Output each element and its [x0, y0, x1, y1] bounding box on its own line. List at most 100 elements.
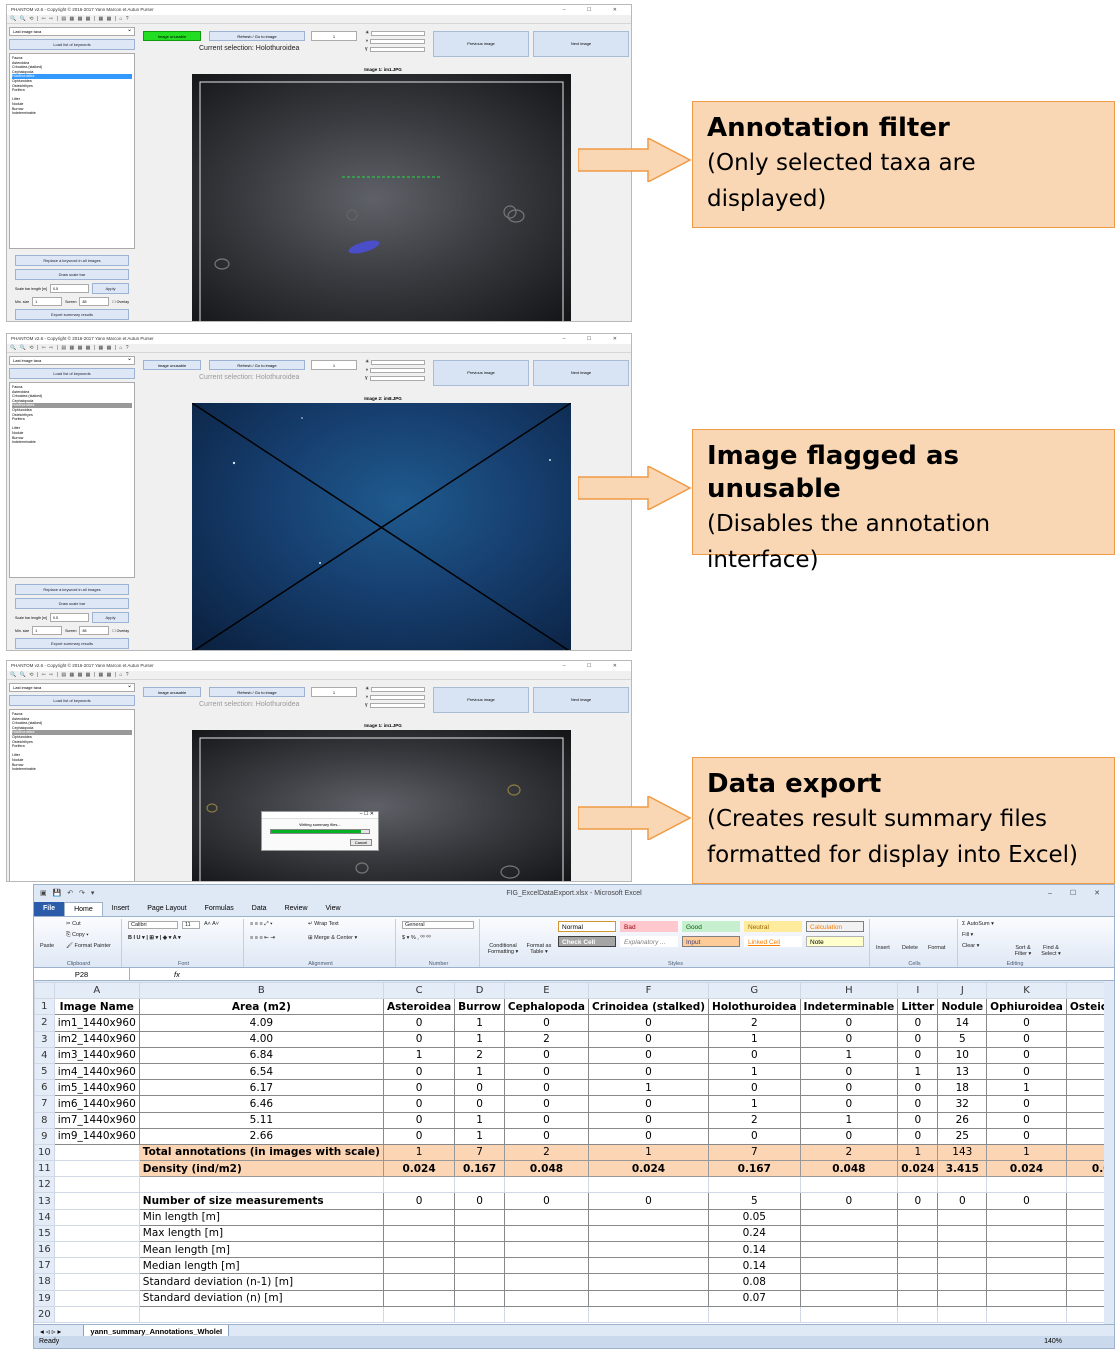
- size-cell[interactable]: 0: [799, 1192, 899, 1210]
- screen-input[interactable]: 85: [79, 297, 110, 306]
- cell[interactable]: 0: [587, 1111, 710, 1129]
- size-label[interactable]: Standard deviation (n) [m]: [138, 1289, 384, 1307]
- format-as-table-button[interactable]: Format as Table ▾: [524, 943, 554, 955]
- min-size-input[interactable]: 1: [32, 297, 63, 306]
- next-image-button[interactable]: Next image: [533, 31, 629, 57]
- contrast-slider[interactable]: [370, 38, 425, 44]
- column-header[interactable]: B: [138, 982, 384, 1000]
- find-select-button[interactable]: Find & Select ▾: [1038, 945, 1064, 957]
- refresh-button[interactable]: Refresh / Go to image: [209, 687, 305, 697]
- cell[interactable]: im6_1440x960: [53, 1095, 140, 1113]
- cell[interactable]: 0: [454, 1079, 505, 1097]
- cell[interactable]: 0: [1065, 1046, 1104, 1064]
- column-header[interactable]: K: [986, 982, 1067, 1000]
- size-cell[interactable]: [503, 1208, 589, 1226]
- cell[interactable]: [587, 1305, 710, 1323]
- size-cell[interactable]: [937, 1240, 988, 1259]
- cell[interactable]: 0: [799, 1030, 899, 1048]
- cell[interactable]: 0: [1065, 1095, 1104, 1113]
- size-cell[interactable]: [454, 1257, 505, 1275]
- size-cell[interactable]: [1065, 1257, 1104, 1275]
- cell[interactable]: 0: [708, 1046, 801, 1064]
- min-size-input[interactable]: 1: [32, 626, 63, 635]
- font-name-select[interactable]: Calibri: [128, 921, 178, 929]
- image-unusable-button[interactable]: Image unusable: [143, 360, 201, 370]
- style-neutral[interactable]: Neutral: [744, 921, 802, 932]
- density-label[interactable]: Density (ind/m2): [138, 1160, 384, 1178]
- column-header[interactable]: F: [587, 982, 710, 1000]
- spreadsheet-grid[interactable]: A B C D E F G H I J K L M 1Image NameAre…: [34, 982, 1104, 1324]
- header-cell[interactable]: Holothuroidea: [708, 998, 801, 1016]
- cell[interactable]: 1: [708, 1062, 801, 1081]
- row-header[interactable]: 20: [34, 1305, 55, 1323]
- taxa-item[interactable]: Indeterminable: [12, 767, 132, 772]
- cell[interactable]: [799, 1305, 899, 1323]
- cell[interactable]: 1: [454, 1030, 505, 1048]
- cancel-button[interactable]: Cancel: [350, 839, 372, 846]
- cell[interactable]: 0: [986, 1046, 1067, 1064]
- delete-cells-button[interactable]: Delete: [902, 945, 918, 951]
- cell[interactable]: im4_1440x960: [53, 1062, 140, 1081]
- cell[interactable]: 1: [454, 1127, 505, 1145]
- header-cell[interactable]: Cephalopoda: [503, 998, 589, 1016]
- cell[interactable]: 0: [503, 1095, 589, 1113]
- cell[interactable]: 1: [708, 1095, 801, 1113]
- cell[interactable]: 1: [382, 1046, 456, 1064]
- style-note[interactable]: Note: [806, 936, 864, 947]
- cell[interactable]: 6.54: [138, 1062, 384, 1081]
- density-cell[interactable]: 0.048: [799, 1160, 899, 1178]
- cell[interactable]: im5_1440x960: [53, 1079, 140, 1097]
- cell[interactable]: im3_1440x960: [53, 1046, 140, 1064]
- size-cell[interactable]: [986, 1257, 1067, 1275]
- image-sliders[interactable]: ☀ ◑ γ: [365, 685, 425, 709]
- data-table[interactable]: A B C D E F G H I J K L M 1Image NameAre…: [34, 982, 1104, 1323]
- size-cell[interactable]: 0: [1065, 1192, 1104, 1210]
- contrast-slider[interactable]: [370, 367, 425, 373]
- size-cell[interactable]: [1065, 1240, 1104, 1259]
- gamma-slider[interactable]: [369, 702, 425, 708]
- cell[interactable]: 0: [708, 1127, 801, 1145]
- conditional-formatting-button[interactable]: Conditional Formatting ▾: [484, 943, 522, 955]
- cell[interactable]: 0: [799, 1079, 899, 1097]
- row-header[interactable]: 9: [34, 1127, 55, 1145]
- cell[interactable]: 1: [1065, 1127, 1104, 1145]
- header-cell[interactable]: Nodule: [937, 998, 988, 1016]
- cell[interactable]: 0: [454, 1095, 505, 1113]
- number-format-select[interactable]: General: [402, 921, 474, 929]
- previous-image-button[interactable]: Previous image: [433, 360, 529, 386]
- size-cell[interactable]: [897, 1224, 939, 1243]
- cell[interactable]: [986, 1305, 1067, 1323]
- cell[interactable]: 1: [986, 1079, 1067, 1097]
- cell[interactable]: 0: [382, 1014, 456, 1032]
- cell[interactable]: [382, 1305, 456, 1323]
- size-cell[interactable]: 0.14: [708, 1240, 801, 1259]
- size-cell[interactable]: [587, 1224, 710, 1243]
- size-cell[interactable]: [1065, 1224, 1104, 1243]
- cell[interactable]: 0: [503, 1127, 589, 1145]
- cell[interactable]: 0: [1065, 1079, 1104, 1097]
- density-cell[interactable]: 0.167: [708, 1160, 801, 1178]
- overlay-checkbox[interactable]: ☐ Overlay: [112, 629, 129, 633]
- row-header[interactable]: 5: [34, 1062, 55, 1081]
- cell[interactable]: [503, 1305, 589, 1323]
- draw-scale-button[interactable]: Draw scale bar: [15, 269, 129, 280]
- paste-button[interactable]: Paste: [40, 943, 54, 949]
- cell[interactable]: 0: [382, 1079, 456, 1097]
- image-unusable-button[interactable]: Image unusable: [143, 687, 201, 697]
- density-cell[interactable]: 0.024: [587, 1160, 710, 1178]
- density-cell[interactable]: 0.048: [503, 1160, 589, 1178]
- row-header[interactable]: 11: [34, 1160, 55, 1178]
- taxa-list[interactable]: Fauna: Asteroidea Crinoidea (stalked) Ce…: [9, 709, 135, 881]
- window-controls[interactable]: – ☐ ✕: [563, 5, 627, 15]
- cell[interactable]: [708, 1305, 801, 1323]
- size-cell[interactable]: [503, 1273, 589, 1291]
- size-cell[interactable]: [587, 1240, 710, 1259]
- total-cell[interactable]: 1: [1065, 1143, 1104, 1162]
- cell[interactable]: [587, 1176, 710, 1194]
- size-cell[interactable]: 0: [937, 1192, 988, 1210]
- cell[interactable]: im9_1440x960: [53, 1127, 140, 1145]
- previous-image-button[interactable]: Previous image: [433, 687, 529, 713]
- cell[interactable]: 13: [937, 1062, 988, 1081]
- size-cell[interactable]: [454, 1224, 505, 1243]
- column-header[interactable]: G: [708, 982, 801, 1000]
